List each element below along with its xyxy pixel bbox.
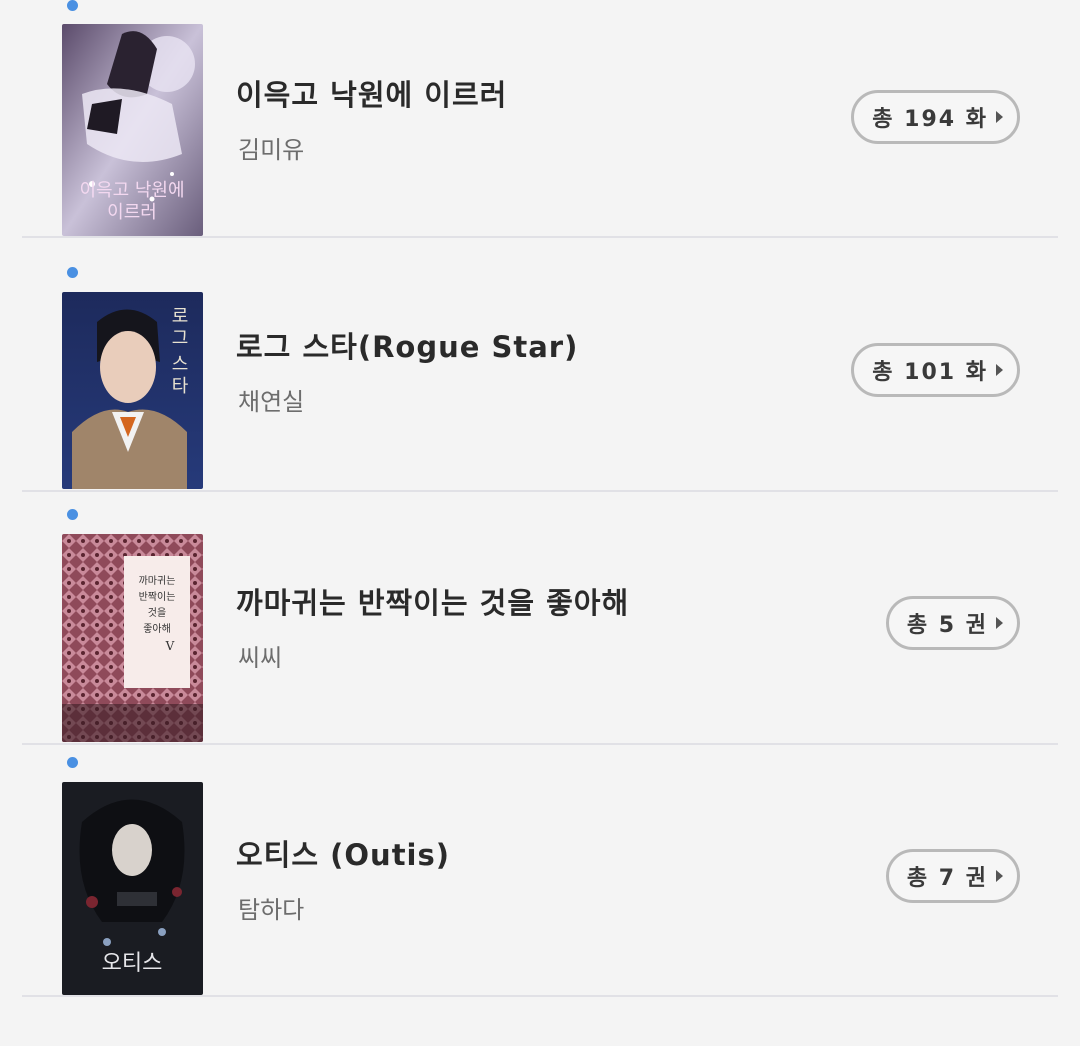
- svg-text:이르러: 이르러: [107, 202, 157, 223]
- volume-count-button[interactable]: 총 5 권: [885, 596, 1020, 650]
- svg-text:타: 타: [172, 376, 189, 397]
- svg-text:반짝이는: 반짝이는: [139, 591, 176, 603]
- svg-text:로: 로: [172, 306, 189, 327]
- list-item[interactable]: 오티스 오티스 (Outis) 탐하다 총 7 권: [0, 745, 1080, 997]
- list-item[interactable]: 까마귀는 반짝이는 것을 좋아해 V 까마귀는 반짝이는 것을 좋아해 씨씨 총…: [0, 492, 1080, 745]
- chevron-right-icon: [996, 617, 1003, 629]
- book-list: 이윽고 낙원에 이르러 이윽고 낙원에 이르러 김미유 총 194 화 로 그 …: [0, 0, 1080, 1046]
- svg-text:스: 스: [172, 354, 189, 375]
- book-title[interactable]: 오티스 (Outis): [236, 832, 450, 874]
- book-cover[interactable]: 오티스: [62, 782, 203, 995]
- episode-count-button[interactable]: 총 194 화: [851, 90, 1020, 144]
- divider: [22, 236, 1058, 238]
- list-item[interactable]: 로 그 스 타 로그 스타(Rogue Star) 채연실 총 101 화: [0, 240, 1080, 492]
- list-item[interactable]: 이윽고 낙원에 이르러 이윽고 낙원에 이르러 김미유 총 194 화: [0, 0, 1080, 240]
- book-cover[interactable]: 이윽고 낙원에 이르러: [62, 24, 203, 236]
- svg-text:것을: 것을: [148, 607, 166, 619]
- chevron-right-icon: [996, 364, 1003, 376]
- unread-dot-icon: [67, 267, 78, 278]
- svg-text:오티스: 오티스: [102, 951, 163, 976]
- divider: [22, 995, 1058, 997]
- svg-text:V: V: [165, 639, 175, 653]
- book-cover[interactable]: 로 그 스 타: [62, 292, 203, 489]
- book-title[interactable]: 이윽고 낙원에 이르러: [236, 72, 507, 114]
- book-author: 씨씨: [238, 644, 283, 672]
- book-author: 채연실: [238, 388, 305, 416]
- volume-count-label: 총 5 권: [906, 613, 988, 638]
- book-title[interactable]: 까마귀는 반짝이는 것을 좋아해: [236, 580, 629, 622]
- volume-count-label: 총 7 권: [906, 866, 988, 891]
- chevron-right-icon: [996, 870, 1003, 882]
- volume-count-button[interactable]: 총 7 권: [885, 849, 1020, 903]
- episode-count-label: 총 194 화: [872, 107, 988, 132]
- svg-text:그: 그: [172, 328, 189, 349]
- chevron-right-icon: [996, 111, 1003, 123]
- svg-text:까마귀는: 까마귀는: [139, 575, 176, 587]
- episode-count-label: 총 101 화: [872, 360, 988, 385]
- book-title[interactable]: 로그 스타(Rogue Star): [236, 324, 578, 366]
- episode-count-button[interactable]: 총 101 화: [851, 343, 1020, 397]
- svg-text:좋아해: 좋아해: [143, 622, 171, 635]
- book-author: 김미유: [238, 136, 305, 164]
- cover-title-text: 이윽고 낙원에: [79, 180, 184, 201]
- book-author: 탐하다: [238, 896, 305, 924]
- unread-dot-icon: [67, 0, 78, 11]
- unread-dot-icon: [67, 509, 78, 520]
- unread-dot-icon: [67, 757, 78, 768]
- book-cover[interactable]: 까마귀는 반짝이는 것을 좋아해 V: [62, 534, 203, 742]
